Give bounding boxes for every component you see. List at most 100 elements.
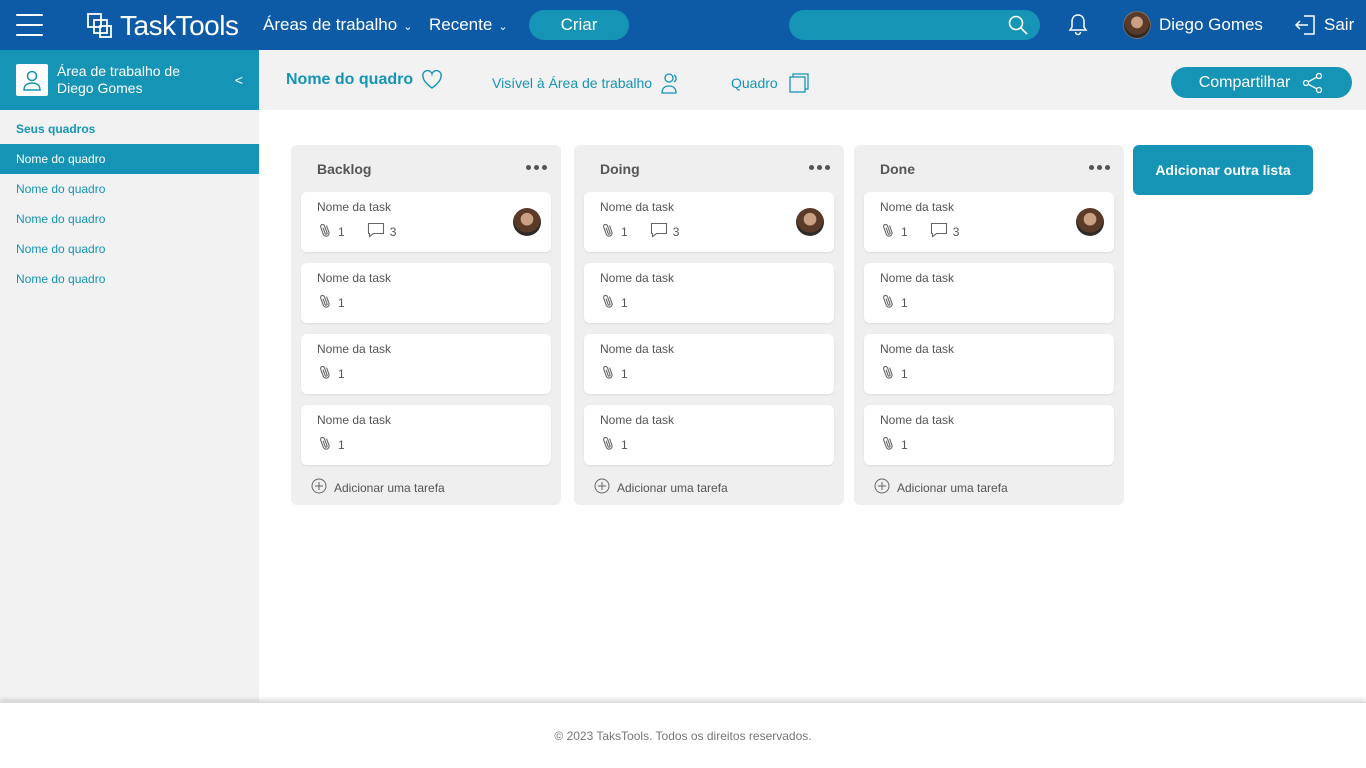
task-meta: 1	[882, 293, 908, 312]
task-card[interactable]: Nome da task 1	[864, 405, 1114, 465]
comments-count: 3	[367, 222, 396, 241]
sidebar-board-item[interactable]: Nome do quadro	[0, 174, 259, 204]
task-meta: 1	[319, 293, 345, 312]
paperclip-icon	[319, 435, 333, 454]
task-card[interactable]: Nome da task 1	[301, 405, 551, 465]
paperclip-icon	[882, 435, 896, 454]
add-task-button[interactable]: Adicionar uma tarefa	[594, 478, 728, 497]
task-meta: 1	[602, 364, 628, 383]
footer-text: © 2023 TaksTools. Todos os direitos rese…	[554, 728, 812, 743]
sidebar-board-item[interactable]: Nome do quadro	[0, 144, 259, 174]
create-button[interactable]: Criar	[529, 10, 629, 40]
plus-circle-icon	[594, 478, 610, 497]
search-icon[interactable]	[1008, 15, 1028, 35]
more-icon[interactable]	[526, 165, 547, 170]
workspace-header: Área de trabalho de Diego Gomes <	[0, 50, 259, 110]
add-task-button[interactable]: Adicionar uma tarefa	[311, 478, 445, 497]
bell-icon[interactable]	[1066, 12, 1090, 36]
task-card[interactable]: Nome da task 1	[584, 405, 834, 465]
task-card[interactable]: Nome da task 1 3	[584, 192, 834, 252]
board-header: Nome do quadro Visível à Área de trabalh…	[259, 50, 1366, 110]
task-name: Nome da task	[317, 271, 392, 285]
comments-value: 3	[672, 224, 680, 239]
task-card[interactable]: Nome da task 1	[584, 263, 834, 323]
logout-label: Sair	[1324, 15, 1355, 34]
attachments-count: 1	[602, 364, 628, 383]
add-task-label: Adicionar uma tarefa	[897, 480, 1008, 495]
chevron-down-icon: ⌄	[498, 20, 508, 33]
list-title[interactable]: Backlog	[317, 161, 371, 177]
attachments-count: 1	[882, 364, 908, 383]
user-menu[interactable]: Diego Gomes	[1123, 11, 1263, 39]
app-logo[interactable]: TaskTools	[86, 10, 239, 42]
view-button[interactable]: Quadro	[731, 72, 810, 94]
paperclip-icon	[319, 364, 333, 383]
logout-button[interactable]: Sair	[1294, 13, 1354, 37]
list-column: Done Nome da task 1 3 Nome da task 1 Nome da t…	[854, 145, 1124, 505]
board-title[interactable]: Nome do quadro	[286, 70, 443, 90]
attachments-count: 1	[319, 435, 345, 454]
comments-count: 3	[650, 222, 680, 241]
attachments-count: 1	[319, 222, 345, 241]
collapse-sidebar-button[interactable]: <	[235, 72, 243, 88]
sidebar-board-item[interactable]: Nome do quadro	[0, 204, 259, 234]
logo-icon	[87, 13, 112, 38]
attachments-value: 1	[621, 366, 628, 381]
nav-recent-label: Recente	[429, 15, 493, 34]
task-name: Nome da task	[600, 200, 675, 214]
task-meta: 1	[319, 435, 345, 454]
add-task-button[interactable]: Adicionar uma tarefa	[874, 478, 1008, 497]
comments-value: 3	[952, 224, 960, 239]
task-card[interactable]: Nome da task 1	[301, 263, 551, 323]
plus-circle-icon	[311, 478, 327, 497]
search-input[interactable]	[789, 10, 989, 40]
paperclip-icon	[602, 222, 616, 241]
task-card[interactable]: Nome da task 1 3	[864, 192, 1114, 252]
boards-section-label: Seus quadros	[16, 122, 96, 136]
visibility-button[interactable]: Visível à Área de trabalho	[492, 72, 680, 94]
list-title[interactable]: Done	[880, 161, 915, 177]
menu-icon[interactable]	[16, 14, 43, 36]
avatar	[1123, 11, 1151, 39]
sidebar-board-item[interactable]: Nome do quadro	[0, 264, 259, 294]
task-name: Nome da task	[880, 413, 955, 427]
task-card[interactable]: Nome da task 1	[864, 334, 1114, 394]
share-button[interactable]: Compartilhar	[1171, 67, 1352, 98]
visibility-label: Visível à Área de trabalho	[492, 75, 653, 91]
workspace-title: Área de trabalho de Diego Gomes	[57, 63, 180, 96]
task-card[interactable]: Nome da task 1	[584, 334, 834, 394]
attachments-value: 1	[621, 295, 628, 310]
task-meta: 13	[602, 222, 679, 241]
more-icon[interactable]	[1089, 165, 1110, 170]
add-list-button[interactable]: Adicionar outra lista	[1133, 145, 1313, 195]
footer: © 2023 TaksTools. Todos os direitos rese…	[0, 702, 1366, 768]
paperclip-icon	[319, 222, 333, 241]
heart-icon[interactable]	[421, 70, 443, 90]
user-name: Diego Gomes	[1159, 15, 1263, 34]
view-label: Quadro	[731, 75, 778, 91]
paperclip-icon	[602, 435, 616, 454]
nav-workspaces[interactable]: Áreas de trabalho ⌄	[263, 15, 412, 35]
task-card[interactable]: Nome da task 1	[301, 334, 551, 394]
list-title[interactable]: Doing	[600, 161, 640, 177]
task-name: Nome da task	[880, 342, 955, 356]
attachments-count: 1	[602, 435, 628, 454]
share-label: Compartilhar	[1198, 73, 1291, 91]
task-card[interactable]: Nome da task 1 3	[301, 192, 551, 252]
comment-icon	[650, 222, 668, 241]
list-column: Doing Nome da task 1 3 Nome da task 1 Nome da …	[574, 145, 844, 505]
avatar	[796, 208, 824, 236]
task-name: Nome da task	[880, 271, 955, 285]
search-box	[789, 10, 1040, 40]
paperclip-icon	[319, 293, 333, 312]
comments-count: 3	[930, 222, 960, 241]
nav-recent[interactable]: Recente ⌄	[429, 15, 508, 35]
attachments-count: 1	[882, 293, 908, 312]
task-card[interactable]: Nome da task 1	[864, 263, 1114, 323]
comment-icon	[367, 222, 385, 241]
task-meta: 13	[882, 222, 959, 241]
sidebar-board-item[interactable]: Nome do quadro	[0, 234, 259, 264]
attachments-value: 1	[338, 295, 345, 310]
more-icon[interactable]	[809, 165, 830, 170]
task-name: Nome da task	[317, 413, 392, 427]
